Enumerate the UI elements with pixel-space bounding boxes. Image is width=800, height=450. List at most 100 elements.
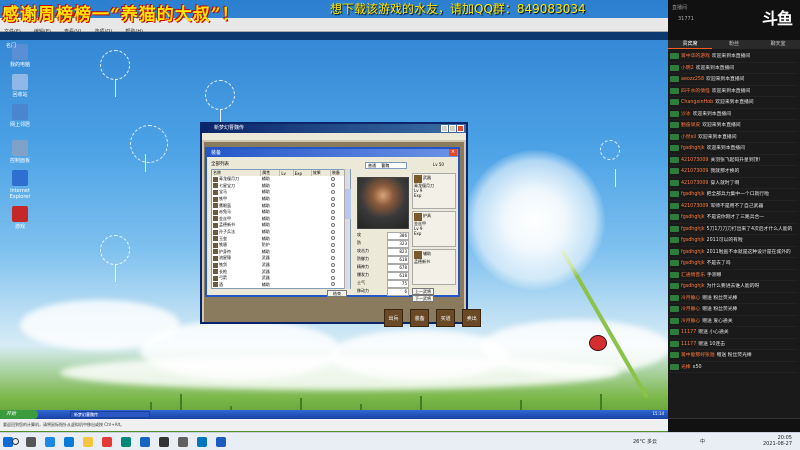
taskbar-item-game[interactable]: 新梦幻曹魏传	[70, 411, 150, 418]
chat-username[interactable]: fgsdhghjk	[681, 283, 705, 290]
chat-username[interactable]: 11177	[681, 329, 696, 336]
table-row[interactable]: 孟德新书 辅助	[212, 222, 350, 229]
ime-indicator[interactable]: 中	[700, 438, 705, 445]
equip-radio[interactable]	[331, 183, 336, 188]
chat-username[interactable]: fgsdhghjk	[681, 145, 705, 152]
chat-username[interactable]: 421073009	[681, 168, 708, 175]
settings-icon[interactable]	[159, 437, 169, 447]
equip-radio[interactable]	[331, 189, 336, 194]
app-icon[interactable]	[197, 437, 207, 447]
search-icon[interactable]	[12, 438, 19, 445]
desktop-icon-network[interactable]: 网上邻居	[2, 104, 38, 128]
chat-username[interactable]: 光棒	[681, 364, 691, 371]
chat-username[interactable]: fgsdhghjk	[681, 260, 705, 267]
chat-username[interactable]: 蒋中华的游戏	[681, 53, 710, 60]
equip-button[interactable]: 装备	[410, 309, 430, 327]
equip-radio[interactable]	[331, 249, 336, 254]
equip-radio[interactable]	[331, 242, 336, 247]
ok-button[interactable]: 结束	[327, 290, 347, 297]
start-button[interactable]: 开始	[0, 410, 38, 419]
faction-dropdown[interactable]: 普通 曹魏	[365, 162, 407, 169]
chat-username[interactable]: fgsdhghjk	[681, 191, 705, 198]
chat-username[interactable]: 小然xil	[681, 134, 696, 141]
table-row[interactable]: 铁盾 防护	[212, 242, 350, 249]
chat-username[interactable]: 冷月静心	[681, 306, 700, 313]
table-row[interactable]: 金丝甲 辅助	[212, 216, 350, 223]
equip-radio[interactable]	[331, 222, 336, 227]
chat-username[interactable]: 四千水的情怪	[681, 88, 710, 95]
equip-radio[interactable]	[331, 255, 336, 260]
task-view-icon[interactable]	[26, 437, 36, 447]
desktop-icon-recycle-bin[interactable]: 回收站	[2, 74, 38, 98]
desktop-icon-control-panel[interactable]: 控制面板	[2, 140, 38, 164]
table-row[interactable]: 护身符 辅助	[212, 249, 350, 256]
weather-widget[interactable]: 26°C 多云	[633, 438, 657, 445]
equip-radio[interactable]	[331, 269, 336, 274]
equipment-slot[interactable]: 辅助 孟德新书	[412, 249, 456, 285]
equip-radio[interactable]	[331, 262, 336, 267]
deploy-button[interactable]: 出兵	[384, 309, 403, 327]
tab-vip[interactable]: 贵宾席	[668, 40, 712, 49]
table-row[interactable]: 弓箭 武器	[212, 275, 350, 282]
chat-username[interactable]: ChangxinHob	[681, 99, 713, 106]
chat-username[interactable]: 421073009	[681, 203, 708, 210]
equip-radio[interactable]	[331, 282, 336, 287]
table-row[interactable]: 酒 辅助	[212, 282, 350, 289]
chat-username[interactable]: 421073009	[681, 157, 708, 164]
edge-icon[interactable]	[64, 437, 74, 447]
table-row[interactable]: 玉玺 辅助	[212, 235, 350, 242]
table-row[interactable]: 铁甲 辅助	[212, 196, 350, 203]
item-table-scrollbar[interactable]	[344, 169, 351, 289]
chat-username[interactable]: fgsdhghjk	[681, 249, 705, 256]
chat-username[interactable]: fgsdhghjk	[681, 226, 705, 233]
sell-button[interactable]: 卖出	[462, 309, 482, 327]
equipment-slot[interactable]: 武器 青龙偃月刀 Lv 9 Exp	[412, 173, 456, 209]
equipment-slot[interactable]: 护具 金丝甲 Lv 9 Exp	[412, 211, 456, 247]
close-icon[interactable]: ×	[449, 149, 457, 156]
equip-radio[interactable]	[331, 209, 336, 214]
chat-username[interactable]: 勤奋顽皮	[681, 122, 700, 129]
chat-username[interactable]: 11177	[681, 341, 696, 348]
chat-username[interactable]: 421073009	[681, 180, 708, 187]
tab-fans[interactable]: 粉丝	[712, 40, 756, 49]
table-row[interactable]: 七星宝刀 辅助	[212, 183, 350, 190]
desktop-icon-game[interactable]: 游戏	[2, 206, 38, 230]
app-icon[interactable]	[45, 437, 55, 447]
table-row[interactable]: 铁剑 武器	[212, 262, 350, 269]
chat-username[interactable]: fgsdhghjk	[681, 214, 705, 221]
clock[interactable]: 20:05 2021-08-27	[763, 435, 792, 447]
app-icon[interactable]	[140, 437, 150, 447]
equip-radio[interactable]	[331, 236, 336, 241]
chat-username[interactable]: fgsdhghjk	[681, 237, 705, 244]
buy-button[interactable]: 买道	[436, 309, 456, 327]
vm-tab[interactable]: 名门	[6, 43, 16, 49]
table-row[interactable]: 鹰眼盔 辅助	[212, 202, 350, 209]
app-icon[interactable]	[178, 437, 188, 447]
chat-username[interactable]: 冷月静心	[681, 295, 700, 302]
equip-radio[interactable]	[331, 216, 336, 221]
prev-general-button[interactable]: 上一武将	[412, 288, 434, 295]
table-row[interactable]: 孙子兵法 辅助	[212, 229, 350, 236]
equip-radio[interactable]	[331, 203, 336, 208]
chat-username[interactable]: aeozz258	[681, 76, 704, 83]
table-row[interactable]: 流星锤 武器	[212, 255, 350, 262]
app-icon[interactable]	[102, 437, 112, 447]
chat-username[interactable]: 冷月静心	[681, 318, 700, 325]
equip-radio[interactable]	[331, 176, 336, 181]
table-row[interactable]: 赤兔马 辅助	[212, 209, 350, 216]
chat-input[interactable]	[668, 418, 800, 432]
table-row[interactable]: 长枪 武器	[212, 268, 350, 275]
next-general-button[interactable]: 下一武将	[412, 295, 434, 302]
tab-chat-room[interactable]: 聊天室	[756, 40, 800, 49]
folder-icon[interactable]	[83, 437, 93, 447]
chat-username[interactable]: 蒋中能那好张驰	[681, 352, 715, 359]
equip-radio[interactable]	[331, 196, 336, 201]
chat-username[interactable]: 汇通情音乐	[681, 272, 705, 279]
chat-username[interactable]: 小明2	[681, 65, 694, 72]
minimize-button[interactable]	[441, 125, 448, 132]
desktop-icon-ie[interactable]: Internet Explorer	[2, 170, 38, 200]
equip-radio[interactable]	[331, 229, 336, 234]
table-row[interactable]: 青龙偃月刀 辅助	[212, 176, 350, 183]
equip-radio[interactable]	[331, 275, 336, 280]
maximize-button[interactable]	[449, 125, 456, 132]
